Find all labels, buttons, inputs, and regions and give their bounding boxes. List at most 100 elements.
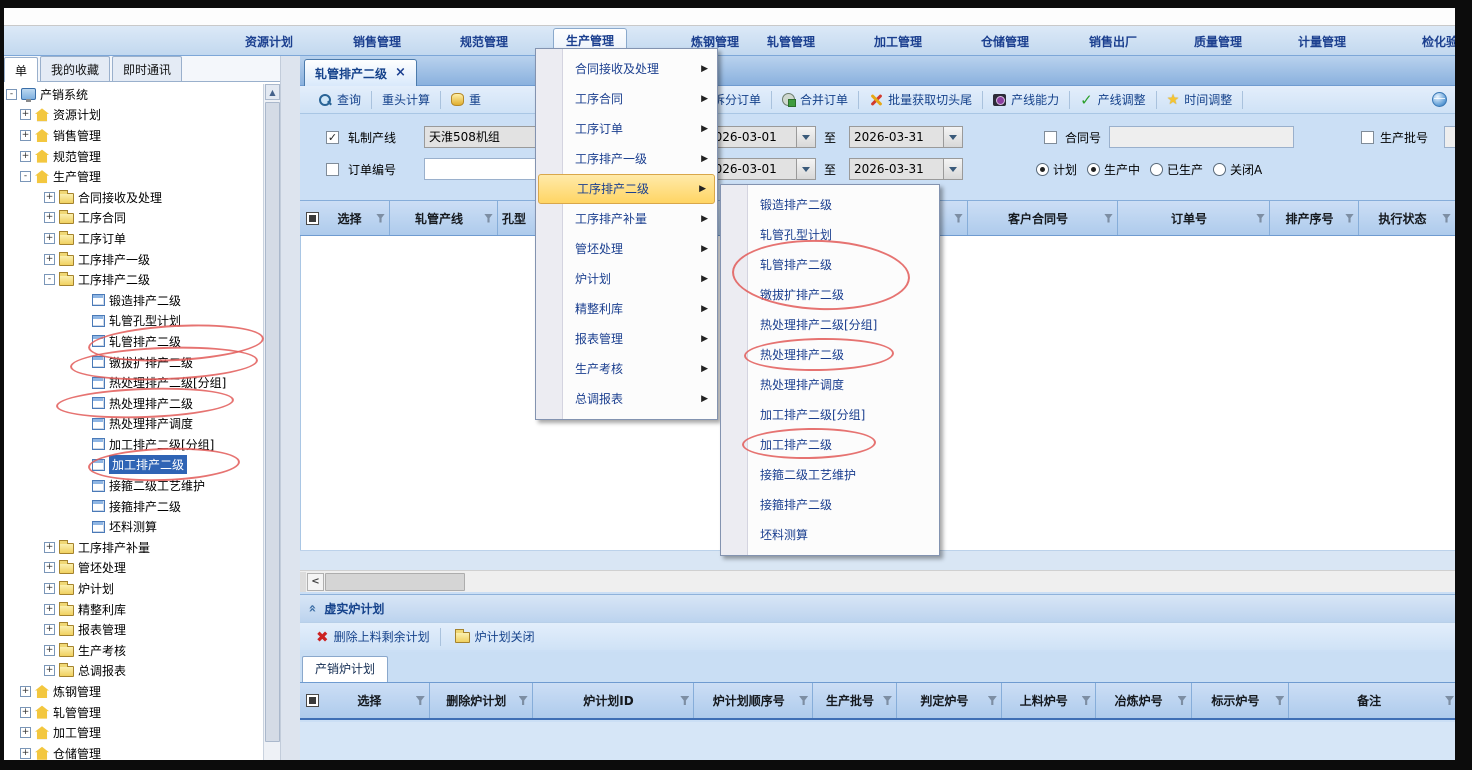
expand-icon[interactable]: + [44, 212, 55, 223]
submenu-item[interactable]: 热处理排产调度 [722, 370, 938, 400]
expand-icon[interactable]: + [44, 583, 55, 594]
expand-icon[interactable]: + [44, 192, 55, 203]
radio-unselected[interactable] [1150, 163, 1163, 176]
toolbar-button-cut[interactable]: 批量获取切头尾 [861, 89, 980, 111]
panel-grid-body[interactable] [300, 722, 1455, 760]
select-all-checkbox[interactable] [306, 694, 319, 707]
scrollbar-thumb[interactable] [325, 573, 465, 591]
tree-item[interactable]: 热处理排产二级[分组] [4, 372, 262, 393]
column-header[interactable]: 轧管产线 [390, 201, 498, 235]
column-header[interactable]: 客户合同号 [968, 201, 1118, 235]
checkbox-icon[interactable] [326, 163, 339, 176]
expand-icon[interactable]: + [20, 151, 31, 162]
submenu-item[interactable]: 镦拔扩排产二级 [722, 280, 938, 310]
sidebar-scrollbar[interactable]: ▲ [263, 84, 280, 760]
submenu-item[interactable]: 热处理排产二级[分组] [722, 310, 938, 340]
filter-funnel-icon[interactable] [519, 696, 528, 705]
order-checkbox[interactable] [326, 158, 339, 180]
expand-icon[interactable]: + [20, 109, 31, 120]
tree-item[interactable]: 镦拔扩排产二级 [4, 352, 262, 373]
tab-rolling-schedule-level2[interactable]: 轧管排产二级 × [304, 59, 417, 86]
expand-icon[interactable]: + [44, 624, 55, 635]
collapse-icon[interactable]: - [6, 89, 17, 100]
filter-funnel-icon[interactable] [1442, 214, 1451, 223]
expand-icon[interactable]: + [20, 707, 31, 718]
scroll-up-icon[interactable]: ▲ [265, 84, 280, 100]
tree-item[interactable]: +精整利库 [4, 599, 262, 620]
radio-unselected[interactable] [1213, 163, 1226, 176]
toolbar-button-star[interactable]: ★时间调整 [1159, 89, 1241, 111]
tree-item[interactable]: 热处理排产调度 [4, 414, 262, 435]
tree-item[interactable]: +轧管管理 [4, 702, 262, 723]
collapse-icon[interactable]: - [20, 171, 31, 182]
toolbar-button-check[interactable]: ✓产线调整 [1072, 89, 1154, 111]
scroll-left-icon[interactable]: < [307, 573, 324, 591]
filter-funnel-icon[interactable] [376, 214, 385, 223]
tree-item[interactable]: +炼钢管理 [4, 681, 262, 702]
expand-icon[interactable]: + [20, 727, 31, 738]
expand-icon[interactable]: + [44, 562, 55, 573]
filter-funnel-icon[interactable] [954, 214, 963, 223]
column-header[interactable]: 备注 [1289, 683, 1455, 718]
tree-item[interactable]: +报表管理 [4, 619, 262, 640]
tree-item[interactable]: -生产管理 [4, 166, 262, 187]
filter-funnel-icon[interactable] [1082, 696, 1091, 705]
tree-item[interactable]: 接箍二级工艺维护 [4, 475, 262, 496]
column-header[interactable]: 生产批号 [813, 683, 897, 718]
batch-checkbox[interactable] [1361, 126, 1374, 148]
tree-item[interactable]: 加工排产二级 [4, 455, 262, 476]
date-to-1[interactable]: 2026-03-31 [849, 126, 944, 148]
checkbox-icon[interactable] [1044, 131, 1057, 144]
collapse-icon[interactable]: « [305, 604, 320, 612]
tree-item[interactable]: +规范管理 [4, 146, 262, 167]
filter-funnel-icon[interactable] [416, 696, 425, 705]
tree-item[interactable]: 轧管孔型计划 [4, 311, 262, 332]
menubar-item[interactable]: 轧管管理 [767, 32, 815, 52]
column-header[interactable]: 选择 [302, 201, 390, 235]
filter-funnel-icon[interactable] [883, 696, 892, 705]
checkbox-icon[interactable] [1361, 131, 1374, 144]
toolbar-button-globe[interactable] [1424, 89, 1455, 111]
tree-item[interactable]: +合同接收及处理 [4, 187, 262, 208]
column-header[interactable]: 炉计划顺序号 [694, 683, 813, 718]
menu-item[interactable]: 工序订单▶ [537, 114, 716, 144]
column-header[interactable]: 标示炉号 [1192, 683, 1290, 718]
column-header[interactable]: 执行状态 [1359, 201, 1455, 235]
tree-item[interactable]: +销售管理 [4, 125, 262, 146]
expand-icon[interactable]: + [20, 130, 31, 141]
date-to-2[interactable]: 2026-03-31 [849, 158, 944, 180]
filter-funnel-icon[interactable] [1178, 696, 1187, 705]
column-header[interactable]: 订单号 [1118, 201, 1270, 235]
expand-icon[interactable]: + [44, 604, 55, 615]
date-to-2-dropdown-icon[interactable] [943, 158, 963, 180]
submenu-item[interactable]: 轧管孔型计划 [722, 220, 938, 250]
radio-selected[interactable] [1036, 163, 1049, 176]
menu-item[interactable]: 炉计划▶ [537, 264, 716, 294]
menu-item[interactable]: 报表管理▶ [537, 324, 716, 354]
panel-toolbar-button[interactable]: ✖删除上料剩余计划 [308, 626, 438, 648]
tree-item[interactable]: 锻造排产二级 [4, 290, 262, 311]
toolbar-button-capacity[interactable]: 产线能力 [985, 89, 1067, 111]
column-header[interactable]: 判定炉号 [897, 683, 1002, 718]
tree-item[interactable]: +加工管理 [4, 722, 262, 743]
column-header[interactable]: 删除炉计划 [430, 683, 533, 718]
filter-funnel-icon[interactable] [1345, 214, 1354, 223]
contract-checkbox[interactable] [1044, 126, 1057, 148]
tree-item[interactable]: +工序订单 [4, 228, 262, 249]
filter-funnel-icon[interactable] [484, 214, 493, 223]
tree-item[interactable]: +管坯处理 [4, 558, 262, 579]
scrollbar-thumb[interactable] [265, 102, 280, 742]
menubar-item[interactable]: 质量管理 [1194, 32, 1242, 52]
submenu-item[interactable]: 接箍排产二级 [722, 490, 938, 520]
menubar-item[interactable]: 销售管理 [353, 32, 401, 52]
tree-item[interactable]: 接箍排产二级 [4, 496, 262, 517]
toolbar-button-merge[interactable]: 合并订单 [774, 89, 856, 111]
submenu-item[interactable]: 加工排产二级[分组] [722, 400, 938, 430]
menu-item[interactable]: 工序排产一级▶ [537, 144, 716, 174]
close-icon[interactable]: × [395, 67, 406, 79]
menu-item[interactable]: 工序排产二级▶ [538, 174, 715, 204]
radio-selected[interactable] [1087, 163, 1100, 176]
menubar-item[interactable]: 规范管理 [460, 32, 508, 52]
expand-icon[interactable]: + [44, 645, 55, 656]
menubar-item[interactable]: 仓储管理 [981, 32, 1029, 52]
